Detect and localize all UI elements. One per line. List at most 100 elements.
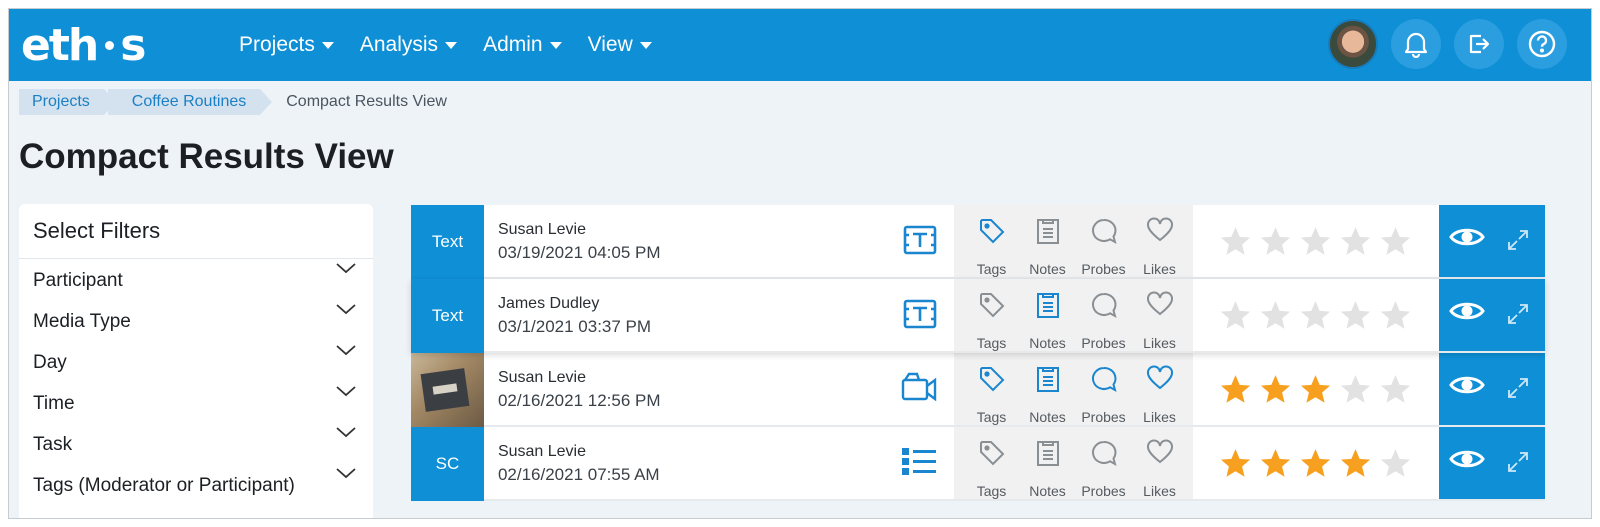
menu-projects[interactable]: Projects <box>239 33 334 57</box>
filter-media-type[interactable]: Media Type <box>19 300 373 341</box>
star-icon[interactable] <box>1299 299 1332 332</box>
likes-action[interactable]: Likes <box>1132 427 1188 501</box>
breadcrumb-coffee-routines[interactable]: Coffee Routines <box>107 89 273 115</box>
text-icon <box>902 223 938 262</box>
breadcrumb: Projects Coffee Routines Compact Results… <box>19 89 461 115</box>
result-row[interactable]: Text James Dudley 03/1/2021 03:37 PM Tag… <box>411 279 1545 353</box>
star-rating[interactable] <box>1193 279 1439 351</box>
result-date: 03/19/2021 04:05 PM <box>497 243 661 262</box>
thumbnail[interactable]: Text <box>411 279 484 353</box>
tags-action[interactable]: Tags <box>964 427 1020 501</box>
probes-action[interactable]: Probes <box>1076 353 1132 427</box>
thumbnail[interactable]: SC <box>411 427 484 501</box>
caret-down-icon <box>549 41 562 49</box>
result-row[interactable]: SC Susan Levie 02/16/2021 07:55 AM Tags … <box>411 427 1545 501</box>
filter-tags[interactable]: Tags (Moderator or Participant) <box>19 464 373 505</box>
star-icon[interactable] <box>1259 299 1292 332</box>
logo-dot <box>105 40 115 50</box>
eye-icon[interactable] <box>1449 447 1485 471</box>
probes-action[interactable]: Probes <box>1076 205 1132 279</box>
thumbnail-image[interactable] <box>411 353 484 427</box>
star-icon[interactable] <box>1299 447 1332 480</box>
filter-time[interactable]: Time <box>19 382 373 423</box>
thumbnail-label: Text <box>431 232 464 251</box>
menu-label: Projects <box>239 33 315 56</box>
star-icon[interactable] <box>1299 373 1332 406</box>
filter-label: Day <box>33 352 67 373</box>
star-icon[interactable] <box>1219 373 1252 406</box>
star-icon[interactable] <box>1219 447 1252 480</box>
list-icon <box>901 448 936 475</box>
star-icon[interactable] <box>1339 373 1372 406</box>
notes-action[interactable]: Notes <box>1020 353 1076 427</box>
tags-action[interactable]: Tags <box>964 279 1020 353</box>
expand-icon[interactable] <box>1507 229 1529 251</box>
star-rating[interactable] <box>1193 427 1439 499</box>
filter-day[interactable]: Day <box>19 341 373 382</box>
tags-action[interactable]: Tags <box>964 353 1020 427</box>
star-icon[interactable] <box>1339 299 1372 332</box>
expand-icon[interactable] <box>1507 451 1529 473</box>
notes-action[interactable]: Notes <box>1020 279 1076 353</box>
tags-action[interactable]: Tags <box>964 205 1020 279</box>
likes-action[interactable]: Likes <box>1132 353 1188 427</box>
likes-action[interactable]: Likes <box>1132 279 1188 353</box>
results-list: Text Susan Levie 03/19/2021 04:05 PM Tag… <box>411 205 1545 501</box>
star-icon[interactable] <box>1219 299 1252 332</box>
eye-icon[interactable] <box>1449 225 1485 249</box>
result-actions: Tags Notes Probes Likes <box>953 205 1194 279</box>
notes-action[interactable]: Notes <box>1020 205 1076 279</box>
eye-icon[interactable] <box>1449 373 1485 397</box>
text-icon <box>903 299 936 329</box>
probes-action[interactable]: Probes <box>1076 427 1132 501</box>
result-info: James Dudley 03/1/2021 03:37 PM <box>484 279 954 351</box>
app-frame: eth s Projects Analysis Admin View Projec… <box>8 8 1592 519</box>
star-rating[interactable] <box>1193 205 1439 277</box>
star-icon[interactable] <box>1379 447 1412 480</box>
logo[interactable]: eth s <box>21 20 146 71</box>
chevron-down-icon <box>336 263 356 274</box>
thumbnail[interactable]: Text <box>411 205 484 279</box>
logout-button[interactable] <box>1454 19 1504 69</box>
logout-icon <box>1469 34 1490 54</box>
star-rating[interactable] <box>1193 353 1439 425</box>
likes-action[interactable]: Likes <box>1132 205 1188 279</box>
menu-view[interactable]: View <box>588 33 652 57</box>
breadcrumb-projects[interactable]: Projects <box>19 89 116 115</box>
star-icon[interactable] <box>1379 299 1412 332</box>
star-icon[interactable] <box>1219 225 1252 258</box>
star-icon[interactable] <box>1259 225 1292 258</box>
avatar[interactable] <box>1328 19 1378 69</box>
menu-admin[interactable]: Admin <box>483 33 562 57</box>
star-icon[interactable] <box>1299 225 1332 258</box>
star-icon[interactable] <box>1339 447 1372 480</box>
star-icon[interactable] <box>1379 373 1412 406</box>
heart-icon <box>1146 291 1173 316</box>
action-label: Likes <box>1143 409 1176 425</box>
heart-icon <box>1146 365 1173 390</box>
help-button[interactable] <box>1517 19 1567 69</box>
notifications-button[interactable] <box>1391 19 1441 69</box>
expand-icon[interactable] <box>1507 303 1529 325</box>
star-icon[interactable] <box>1379 225 1412 258</box>
probe-bubble-icon <box>1091 366 1117 392</box>
probes-action[interactable]: Probes <box>1076 279 1132 353</box>
participant-name: Susan Levie <box>497 221 586 238</box>
video-icon <box>900 371 938 408</box>
caret-down-icon <box>321 41 334 49</box>
filter-task[interactable]: Task <box>19 423 373 464</box>
result-row[interactable]: Susan Levie 02/16/2021 12:56 PM Tags Not… <box>411 353 1545 427</box>
menu-analysis[interactable]: Analysis <box>360 33 458 57</box>
filter-participant[interactable]: Participant <box>19 259 373 300</box>
logo-text-end: s <box>120 19 146 71</box>
star-icon[interactable] <box>1339 225 1372 258</box>
eye-icon[interactable] <box>1449 299 1485 323</box>
caret-down-icon <box>639 41 652 49</box>
action-label: Notes <box>1029 409 1066 425</box>
star-icon[interactable] <box>1259 373 1292 406</box>
notes-action[interactable]: Notes <box>1020 427 1076 501</box>
filters-title: Select Filters <box>19 204 373 259</box>
star-icon[interactable] <box>1259 447 1292 480</box>
result-row[interactable]: Text Susan Levie 03/19/2021 04:05 PM Tag… <box>411 205 1545 279</box>
expand-icon[interactable] <box>1507 377 1529 399</box>
